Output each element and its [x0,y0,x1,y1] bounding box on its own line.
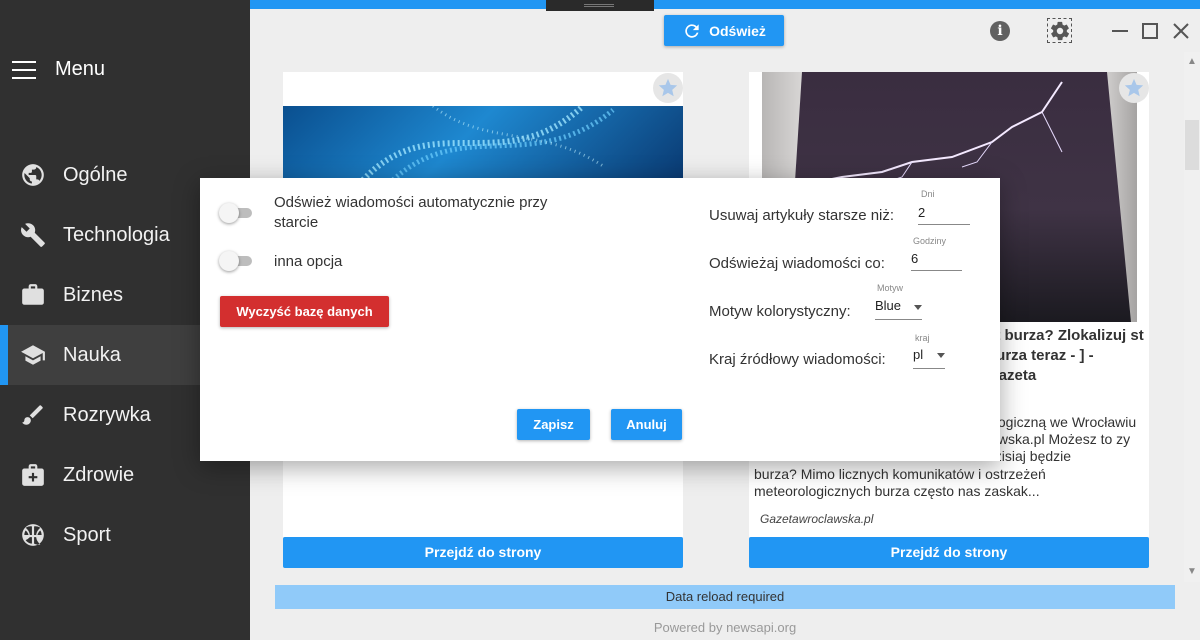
article-image-dna [283,106,683,180]
briefcase-icon [20,282,46,308]
theme-label: Motyw kolorystyczny: [709,303,851,320]
country-caption: kraj [915,333,930,343]
hours-value: 6 [911,251,919,266]
menu-toggle[interactable]: Menu [12,58,105,81]
drag-handle[interactable] [546,0,654,11]
graduation-cap-icon [20,342,46,368]
sidebar-item-label: Zdrowie [63,463,135,486]
sidebar-item-label: Nauka [63,343,121,366]
close-icon[interactable] [1170,20,1192,42]
days-input[interactable]: 2 [918,205,970,225]
refresh-icon [685,23,699,38]
menu-label: Menu [55,58,106,80]
theme-caption: Motyw [877,283,904,293]
country-select[interactable]: pl [913,347,945,369]
refresh-label: Odśwież [709,22,766,39]
scroll-up-icon[interactable]: ▲ [1184,54,1200,70]
favorite-star-icon[interactable] [1119,73,1149,103]
maximize-icon[interactable] [1142,23,1158,39]
article-description: burza? Mimo licznych komunikatów i ostrz… [754,466,1046,499]
chevron-down-icon [937,353,945,358]
save-button[interactable]: Zapisz [517,409,590,440]
minimize-icon[interactable] [1112,30,1128,32]
country-value: pl [913,347,924,362]
auto-refresh-label: Odśwież wiadomości automatycznie przy st… [274,194,548,231]
hours-input[interactable]: 6 [911,251,962,271]
powered-by: Powered by newsapi.org [653,620,797,635]
sidebar-item-label: Biznes [63,283,124,306]
other-option-label: inna opcja [274,253,343,270]
go-to-page-button[interactable]: Przejdź do strony [749,537,1149,568]
delete-older-label: Usuwaj artykuły starsze niż: [709,207,895,224]
theme-value: Blue [875,298,902,313]
article-description-partial: ologiczną we Wrocławiu lawska.pl Możesz … [987,414,1137,464]
sidebar-item-label: Ogólne [63,163,128,186]
auto-refresh-toggle[interactable] [219,203,252,223]
refresh-every-label: Odświeżaj wiadomości co: [709,255,885,272]
scrollbar-thumb[interactable] [1185,120,1199,170]
sidebar-item-sport[interactable]: Sport [0,505,250,565]
scroll-down-icon[interactable]: ▼ [1184,564,1200,580]
article-source: Gazetawroclawska.pl [760,512,874,526]
wrench-icon [20,222,46,248]
sidebar-item-label: Technologia [63,223,170,246]
sidebar-item-label: Sport [63,523,111,546]
brush-icon [20,402,46,428]
days-value: 2 [918,205,926,220]
hamburger-icon [12,60,36,79]
favorite-star-icon[interactable] [653,73,683,103]
clear-database-button[interactable]: Wyczyść bazę danych [220,296,389,327]
article-title[interactable]: st burza? Zlokalizuj st burza teraz - ] … [987,326,1145,386]
country-label: Kraj źródłowy wiadomości: [709,351,886,368]
refresh-button[interactable]: Odśwież [664,15,784,46]
status-bar: Data reload required [275,585,1175,609]
scrollbar[interactable]: ▲ ▼ [1184,52,1200,582]
globe-icon [20,162,46,188]
other-option-toggle[interactable] [219,251,252,271]
settings-dialog: Odśwież wiadomości automatycznie przy st… [200,178,1000,461]
info-icon[interactable]: i [990,21,1010,41]
hours-caption: Godziny [913,236,947,246]
cancel-button[interactable]: Anuluj [611,409,682,440]
sidebar-item-label: Rozrywka [63,403,151,426]
top-accent-bar [250,0,1200,9]
days-caption: Dni [921,189,935,199]
gear-icon[interactable] [1047,18,1072,43]
basketball-icon [20,522,46,548]
go-to-page-button[interactable]: Przejdź do strony [283,537,683,568]
chevron-down-icon [914,305,922,310]
medical-kit-icon [20,462,46,488]
